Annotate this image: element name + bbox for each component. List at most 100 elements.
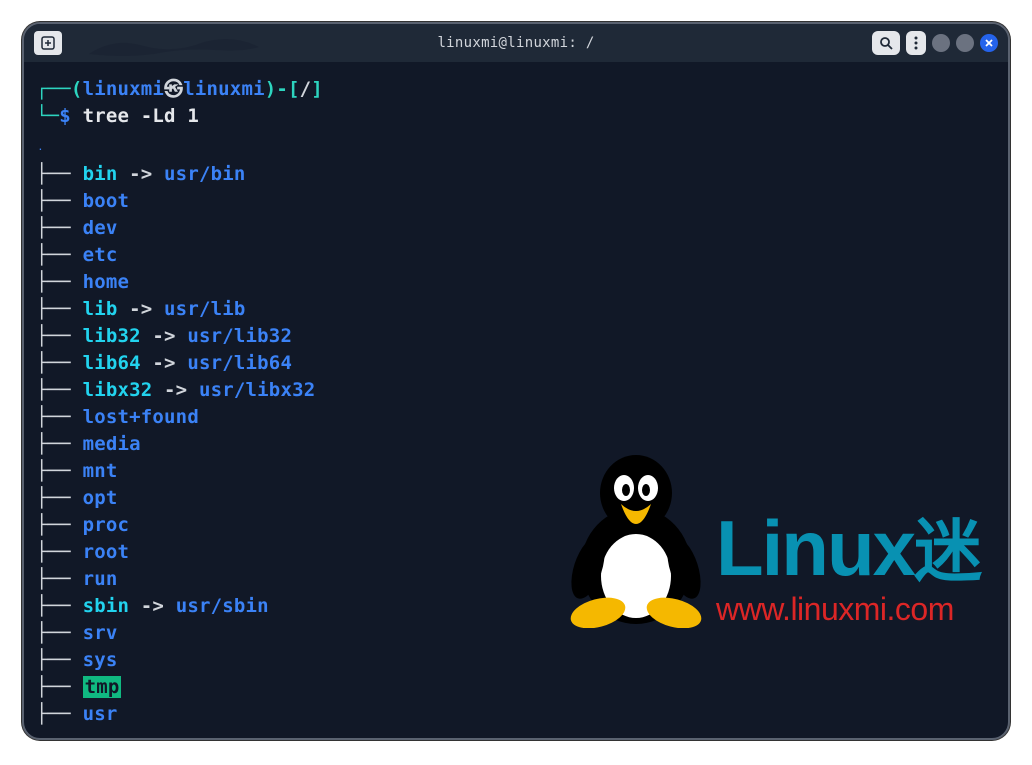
- link-arrow: ->: [117, 298, 164, 320]
- link-arrow: ->: [152, 379, 199, 401]
- tree-entry: ├── lib32 -> usr/lib32: [36, 323, 996, 350]
- tree-entry-name: dev: [83, 217, 118, 239]
- tree-entry-name: srv: [83, 622, 118, 644]
- link-arrow: ->: [129, 595, 176, 617]
- tree-branch: ├──: [36, 595, 83, 617]
- titlebar-controls: [872, 31, 998, 55]
- prompt-bracket-open: [: [288, 76, 300, 103]
- tree-branch: ├──: [36, 352, 83, 374]
- tree-entry: ├── lib -> usr/lib: [36, 296, 996, 323]
- tree-branch: ├──: [36, 460, 83, 482]
- tree-entry: ├── home: [36, 269, 996, 296]
- tree-branch: ├──: [36, 487, 83, 509]
- terminal-body[interactable]: ┌──(linuxmi㉿linuxmi)-[/] └─$ tree -Ld 1 …: [24, 62, 1008, 740]
- tree-entry: ├── mnt: [36, 458, 996, 485]
- tree-entry: ├── lost+found: [36, 404, 996, 431]
- tree-entry-name: sbin: [83, 595, 130, 617]
- dragon-logo: [84, 32, 264, 62]
- tree-entry-name: tmp: [83, 676, 122, 698]
- tree-entry-name: usr: [83, 703, 118, 725]
- prompt-corner-top: ┌──: [36, 76, 71, 103]
- tree-branch: ├──: [36, 622, 83, 644]
- link-target: usr/lib32: [187, 325, 292, 347]
- link-target: usr/lib: [164, 298, 245, 320]
- link-arrow: ->: [117, 163, 164, 185]
- prompt-dash: -: [276, 76, 288, 103]
- prompt-dollar: $: [59, 105, 71, 127]
- link-target: usr/libx32: [199, 379, 315, 401]
- close-button[interactable]: [980, 34, 998, 52]
- tree-branch: ├──: [36, 325, 83, 347]
- tree-entry: ├── media: [36, 431, 996, 458]
- terminal-window: linuxmi@linuxmi: / ┌──(linuxmi㉿linuxmi)-…: [22, 22, 1010, 740]
- titlebar: linuxmi@linuxmi: /: [24, 24, 1008, 62]
- tree-entry-name: root: [83, 541, 130, 563]
- link-target: usr/bin: [164, 163, 245, 185]
- tree-entry-name: home: [83, 271, 130, 293]
- tree-branch: ├──: [36, 703, 83, 725]
- tree-entry-name: lib32: [83, 325, 141, 347]
- tree-entry: ├── bin -> usr/bin: [36, 161, 996, 188]
- prompt-paren-open: (: [71, 76, 83, 103]
- tree-entry: ├── root: [36, 539, 996, 566]
- link-target: usr/lib64: [187, 352, 292, 374]
- tree-branch: ├──: [36, 676, 83, 698]
- tree-branch: ├──: [36, 298, 83, 320]
- menu-button[interactable]: [906, 31, 926, 55]
- tree-entry: ├── dev: [36, 215, 996, 242]
- tree-entry: ├── opt: [36, 485, 996, 512]
- prompt-host: linuxmi: [183, 76, 264, 103]
- tree-output: . ├── bin -> usr/bin├── boot├── dev├── e…: [36, 134, 996, 728]
- tree-branch: ├──: [36, 217, 83, 239]
- new-tab-button[interactable]: [34, 31, 62, 55]
- skull-icon: ㉿: [164, 76, 183, 103]
- tree-entry-name: lib64: [83, 352, 141, 374]
- tree-entry: ├── etc: [36, 242, 996, 269]
- tree-branch: ├──: [36, 163, 83, 185]
- tree-entry-name: libx32: [83, 379, 153, 401]
- tree-branch: ├──: [36, 433, 83, 455]
- tree-entry-name: media: [83, 433, 141, 455]
- tree-root-dot: .: [38, 134, 996, 161]
- tree-entry-name: bin: [83, 163, 118, 185]
- prompt-line-1: ┌──(linuxmi㉿linuxmi)-[/]: [36, 76, 996, 103]
- tree-entry-name: run: [83, 568, 118, 590]
- prompt-bracket-close: ]: [311, 76, 323, 103]
- window-title: linuxmi@linuxmi: /: [437, 35, 594, 51]
- tree-entry: ├── sbin -> usr/sbin: [36, 593, 996, 620]
- tree-branch: ├──: [36, 406, 83, 428]
- tree-branch: ├──: [36, 514, 83, 536]
- prompt-path: /: [300, 76, 312, 103]
- link-arrow: ->: [141, 325, 188, 347]
- tree-entry-name: sys: [83, 649, 118, 671]
- tree-entry-name: lost+found: [83, 406, 199, 428]
- tree-branch: ├──: [36, 541, 83, 563]
- tree-entry: ├── boot: [36, 188, 996, 215]
- tree-entry-name: mnt: [83, 460, 118, 482]
- link-target: usr/sbin: [176, 595, 269, 617]
- tree-entry: ├── proc: [36, 512, 996, 539]
- prompt-line-2: └─$ tree -Ld 1: [36, 103, 996, 130]
- tree-entry: ├── srv: [36, 620, 996, 647]
- search-button[interactable]: [872, 31, 900, 55]
- command-text: tree -Ld 1: [83, 105, 199, 127]
- prompt-user: linuxmi: [83, 76, 164, 103]
- tree-entry-name: etc: [83, 244, 118, 266]
- prompt-corner-bottom: └─: [36, 105, 59, 127]
- prompt-paren-close: ): [265, 76, 277, 103]
- tree-entry: ├── libx32 -> usr/libx32: [36, 377, 996, 404]
- maximize-button[interactable]: [956, 34, 974, 52]
- tree-entry: ├── lib64 -> usr/lib64: [36, 350, 996, 377]
- tree-entry-name: opt: [83, 487, 118, 509]
- tree-branch: ├──: [36, 244, 83, 266]
- tree-branch: ├──: [36, 379, 83, 401]
- tree-entry: ├── tmp: [36, 674, 996, 701]
- tree-entry: ├── sys: [36, 647, 996, 674]
- tree-branch: ├──: [36, 190, 83, 212]
- tree-entry: ├── run: [36, 566, 996, 593]
- tree-branch: ├──: [36, 568, 83, 590]
- tree-entry: ├── usr: [36, 701, 996, 728]
- tree-entry-name: proc: [83, 514, 130, 536]
- link-arrow: ->: [141, 352, 188, 374]
- minimize-button[interactable]: [932, 34, 950, 52]
